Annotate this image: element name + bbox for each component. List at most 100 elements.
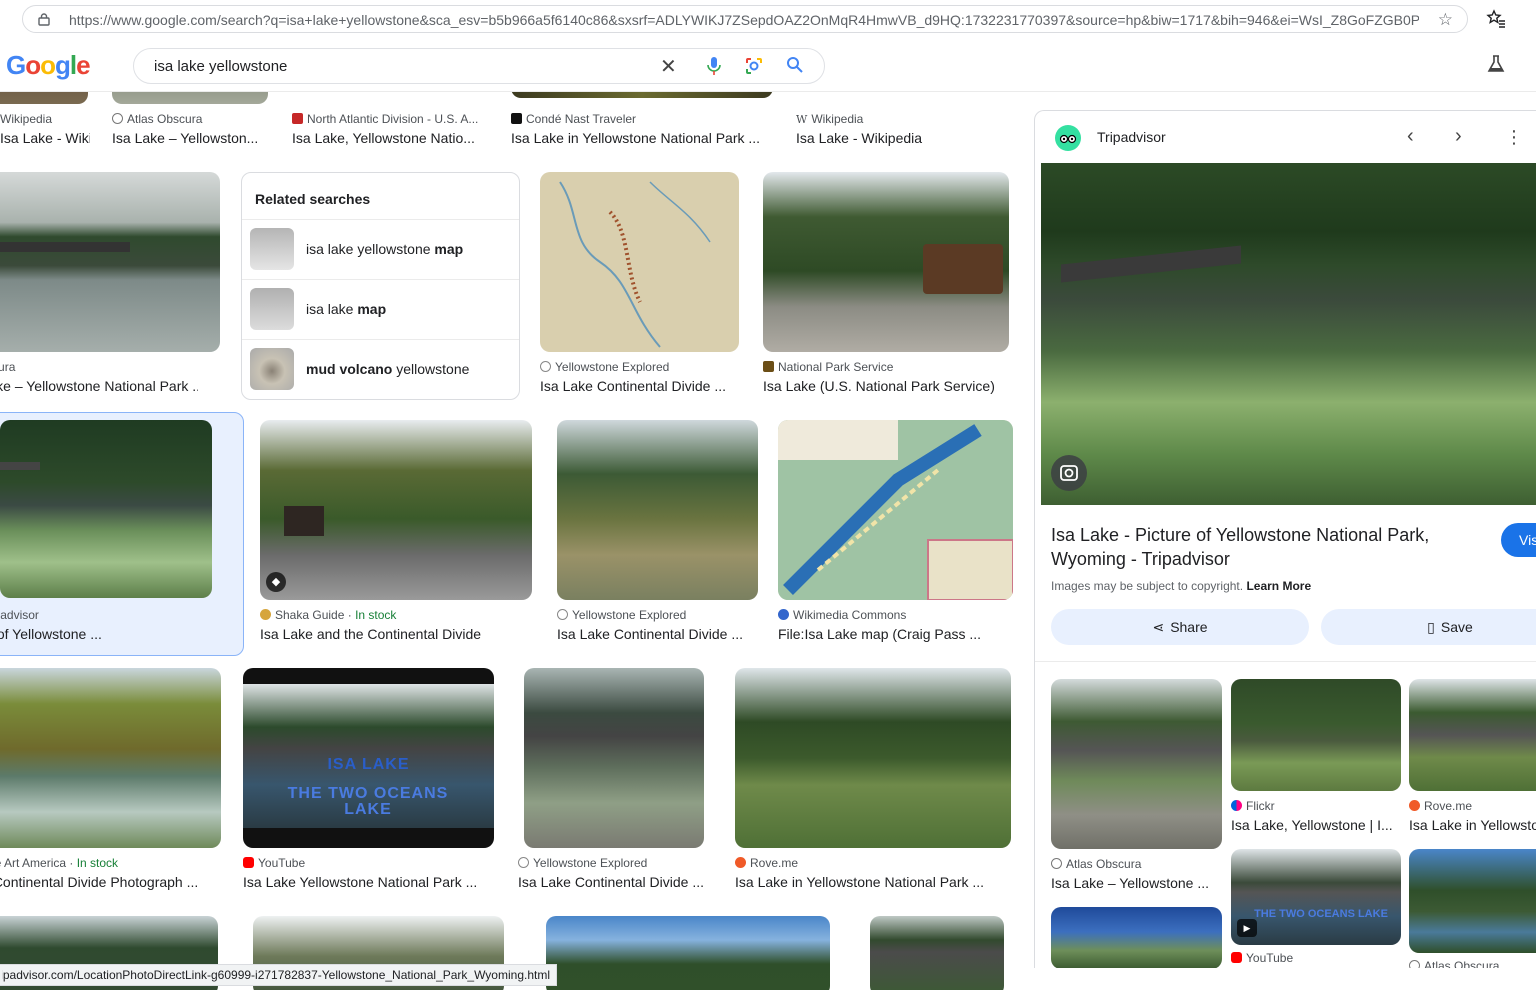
image-result-card[interactable]: Yellowstone Explored Isa Lake Continenta… <box>557 420 759 650</box>
result-thumbnail[interactable] <box>1409 679 1536 791</box>
url-text[interactable]: https://www.google.com/search?q=isa+lake… <box>69 12 1419 28</box>
panel-title[interactable]: Isa Lake - Picture of Yellowstone Nation… <box>1051 523 1471 571</box>
result-title[interactable]: Isa Lake - Wikipedia <box>0 130 90 146</box>
panel-related-image[interactable] <box>1051 907 1223 968</box>
google-logo[interactable]: Google <box>6 50 91 81</box>
site-info-icon[interactable] <box>37 12 51 26</box>
result-title[interactable]: Isa Lake - Picture of Yellowstone ... <box>0 626 220 642</box>
result-thumbnail[interactable] <box>735 668 1011 848</box>
result-thumbnail[interactable] <box>870 916 1004 990</box>
image-result-card[interactable]: Atlas Obscura Isa Lake – Yellowstone Nat… <box>0 172 220 402</box>
panel-related-image[interactable]: Flickr Isa Lake, Yellowstone | I... <box>1231 679 1403 839</box>
image-result-card[interactable] <box>546 916 831 990</box>
result-thumbnail[interactable] <box>1051 679 1222 849</box>
search-icon[interactable] <box>786 56 804 79</box>
image-result-card[interactable]: Condé Nast Traveler Isa Lake in Yellowst… <box>511 92 773 146</box>
result-thumbnail[interactable] <box>763 172 1009 352</box>
labs-flask-icon[interactable] <box>1486 54 1506 74</box>
result-thumbnail[interactable]: THE TWO OCEANS LAKE ▶ <box>1231 849 1401 945</box>
result-thumbnail[interactable] <box>511 92 773 98</box>
panel-source-name[interactable]: Tripadvisor <box>1097 129 1166 145</box>
search-input[interactable]: isa lake yellowstone <box>154 58 287 75</box>
result-title[interactable]: Isa Lake and the Continental Divide <box>260 626 532 642</box>
result-title[interactable]: Isa Lake Yellowstone National Park ... <box>243 874 495 890</box>
lens-icon[interactable] <box>744 56 764 81</box>
search-box[interactable]: isa lake yellowstone ✕ <box>133 48 825 84</box>
related-search-text[interactable]: mud volcano yellowstone <box>306 361 469 377</box>
visit-button[interactable]: Visit <box>1501 523 1536 557</box>
more-options-icon[interactable]: ⋮ <box>1505 127 1523 148</box>
favorites-icon[interactable] <box>1486 9 1506 29</box>
image-result-card[interactable]: Wikipedia Isa Lake - Wikipedia <box>0 92 90 146</box>
result-thumbnail[interactable] <box>557 420 758 600</box>
related-search-text[interactable]: isa lake map <box>306 301 386 317</box>
save-button[interactable]: ▯ Save <box>1321 609 1536 645</box>
address-bar[interactable]: https://www.google.com/search?q=isa+lake… <box>22 5 1468 33</box>
result-thumbnail[interactable] <box>1409 849 1536 953</box>
result-thumbnail[interactable] <box>1231 679 1401 791</box>
image-result-card[interactable]: Wikimedia Commons File:Isa Lake map (Cra… <box>778 420 1014 650</box>
image-result-card[interactable]: Yellowstone Explored Isa Lake Continenta… <box>540 172 740 402</box>
related-search-item[interactable]: mud volcano yellowstone <box>242 339 519 399</box>
related-search-item[interactable]: isa lake yellowstone map <box>242 219 519 279</box>
image-result-card[interactable]: Rove.me Isa Lake in Yellowstone National… <box>735 668 1013 898</box>
result-title[interactable]: Isa Lake in Yellowstone National Park ..… <box>511 130 773 146</box>
related-search-text[interactable]: isa lake yellowstone map <box>306 241 463 257</box>
image-result-card[interactable]: ISA LAKE THE TWO OCEANS LAKE YouTube Isa… <box>243 668 495 898</box>
learn-more-link[interactable]: Learn More <box>1246 579 1311 593</box>
clear-search-icon[interactable]: ✕ <box>660 54 677 79</box>
related-search-item[interactable]: isa lake map <box>242 279 519 339</box>
microphone-icon[interactable] <box>706 56 722 81</box>
share-button[interactable]: ⋖ Share <box>1051 609 1309 645</box>
youtube-icon <box>1231 952 1242 963</box>
result-title[interactable]: Isa Lake – Yellowstone National Park ... <box>0 378 198 394</box>
result-title[interactable]: Isa Lake in Yellowstone National Park ..… <box>735 874 1013 890</box>
result-title[interactable]: Isa Lake (U.S. National Park Service) <box>763 378 1009 394</box>
result-title[interactable]: File:Isa Lake map (Craig Pass ... <box>778 626 1014 642</box>
result-thumbnail[interactable] <box>546 916 830 990</box>
result-thumbnail[interactable] <box>0 172 220 352</box>
result-title[interactable]: Isa Lake – Yellowston... <box>112 130 270 146</box>
image-result-card[interactable]: Tripadvisor Isa Lake - Picture of Yellow… <box>0 420 232 650</box>
image-result-card[interactable] <box>870 916 1005 990</box>
result-thumbnail[interactable] <box>1051 907 1222 968</box>
result-title[interactable]: Isa Lake, Yellowstone | I... <box>1231 817 1403 833</box>
result-title[interactable]: Isa Lake Continental Divide Photograph .… <box>0 874 222 890</box>
result-title[interactable]: Isa Lake – Yellowstone ... <box>1051 875 1223 891</box>
result-title[interactable]: Isa Lake in Yellowstone... <box>1409 817 1536 833</box>
result-thumbnail[interactable] <box>540 172 739 352</box>
tag-icon: ◆ <box>266 572 286 592</box>
result-thumbnail[interactable] <box>0 92 88 104</box>
result-thumbnail[interactable] <box>112 92 268 104</box>
result-thumbnail[interactable] <box>0 668 221 848</box>
visual-search-icon[interactable] <box>1051 455 1087 491</box>
bookmark-star-icon[interactable]: ☆ <box>1438 10 1453 30</box>
next-image-icon[interactable]: › <box>1455 125 1462 148</box>
result-title[interactable]: Isa Lake - Wikipedia <box>796 130 1014 146</box>
panel-related-image[interactable]: Atlas Obscura Isa Lake – Yellowstone ... <box>1051 679 1223 909</box>
result-title[interactable]: Isa Lake, Yellowstone Natio... <box>292 130 486 146</box>
image-result-card[interactable]: Atlas Obscura Isa Lake – Yellowston... <box>112 92 270 146</box>
image-result-card[interactable]: Fine Art America · In stock Isa Lake Con… <box>0 668 222 898</box>
image-result-card[interactable]: North Atlantic Division - U.S. A... Isa … <box>292 92 486 146</box>
image-result-card[interactable]: W Wikipedia Isa Lake - Wikipedia <box>796 92 1014 146</box>
image-result-card[interactable]: ◆ Shaka Guide · In stock Isa Lake and th… <box>260 420 532 650</box>
panel-related-image[interactable]: Rove.me Isa Lake in Yellowstone... <box>1409 679 1536 839</box>
map-illustration <box>778 420 1013 600</box>
result-title[interactable]: Isa Lake Continental Divide ... <box>518 874 713 890</box>
copyright-notice: Images may be subject to copyright. Lear… <box>1051 579 1312 593</box>
result-thumbnail[interactable] <box>0 420 212 598</box>
share-icon: ⋖ <box>1152 619 1165 635</box>
result-thumbnail[interactable] <box>524 668 704 848</box>
result-thumbnail[interactable] <box>778 420 1013 600</box>
image-result-card[interactable]: National Park Service Isa Lake (U.S. Nat… <box>763 172 1009 402</box>
result-title[interactable]: Isa Lake Continental Divide ... <box>557 626 759 642</box>
result-title[interactable]: Isa Lake Continental Divide ... <box>540 378 740 394</box>
result-thumbnail[interactable]: ISA LAKE THE TWO OCEANS LAKE <box>243 668 494 848</box>
result-thumbnail[interactable]: ◆ <box>260 420 532 600</box>
panel-related-image[interactable]: THE TWO OCEANS LAKE ▶ YouTube <box>1231 849 1403 968</box>
panel-preview-image[interactable] <box>1041 163 1536 505</box>
previous-image-icon[interactable]: ‹ <box>1407 125 1414 148</box>
panel-related-image[interactable]: Atlas Obscura <box>1409 849 1536 968</box>
image-result-card[interactable]: Yellowstone Explored Isa Lake Continenta… <box>518 668 713 898</box>
